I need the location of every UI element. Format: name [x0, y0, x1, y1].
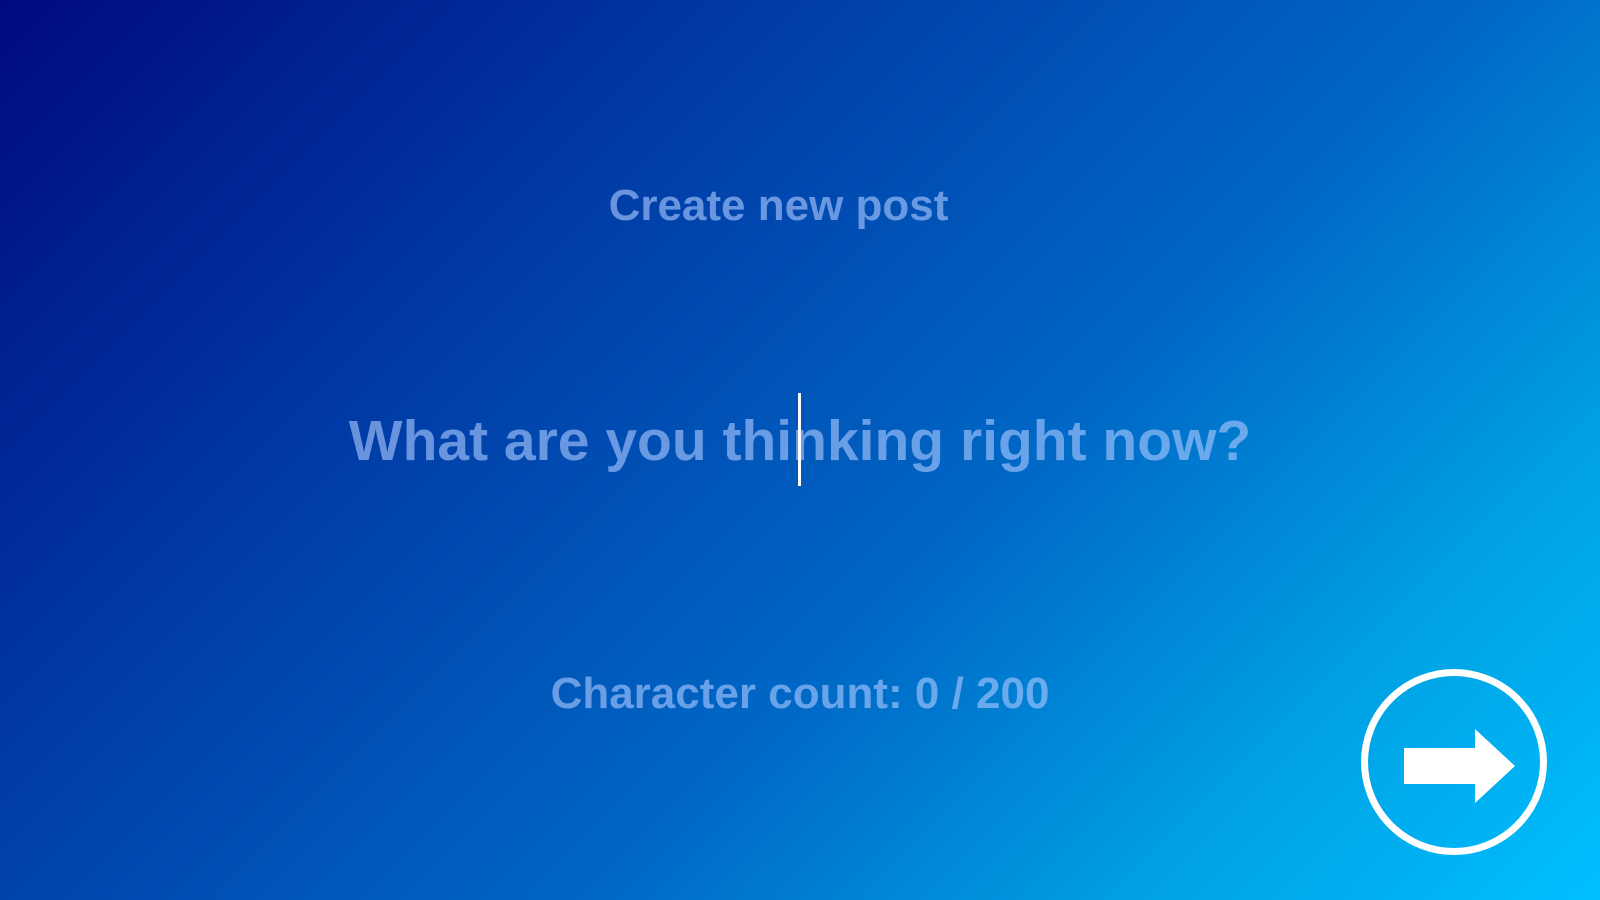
character-count-value: 0 / 200 [914, 669, 1050, 718]
text-caret [798, 393, 801, 486]
arrow-right-icon [1404, 729, 1515, 803]
character-count-label: Character count: [550, 669, 903, 718]
page-title: Create new post [608, 181, 949, 230]
next-button[interactable] [1361, 669, 1547, 855]
character-count: Character count: 0 / 200 [0, 670, 1600, 718]
